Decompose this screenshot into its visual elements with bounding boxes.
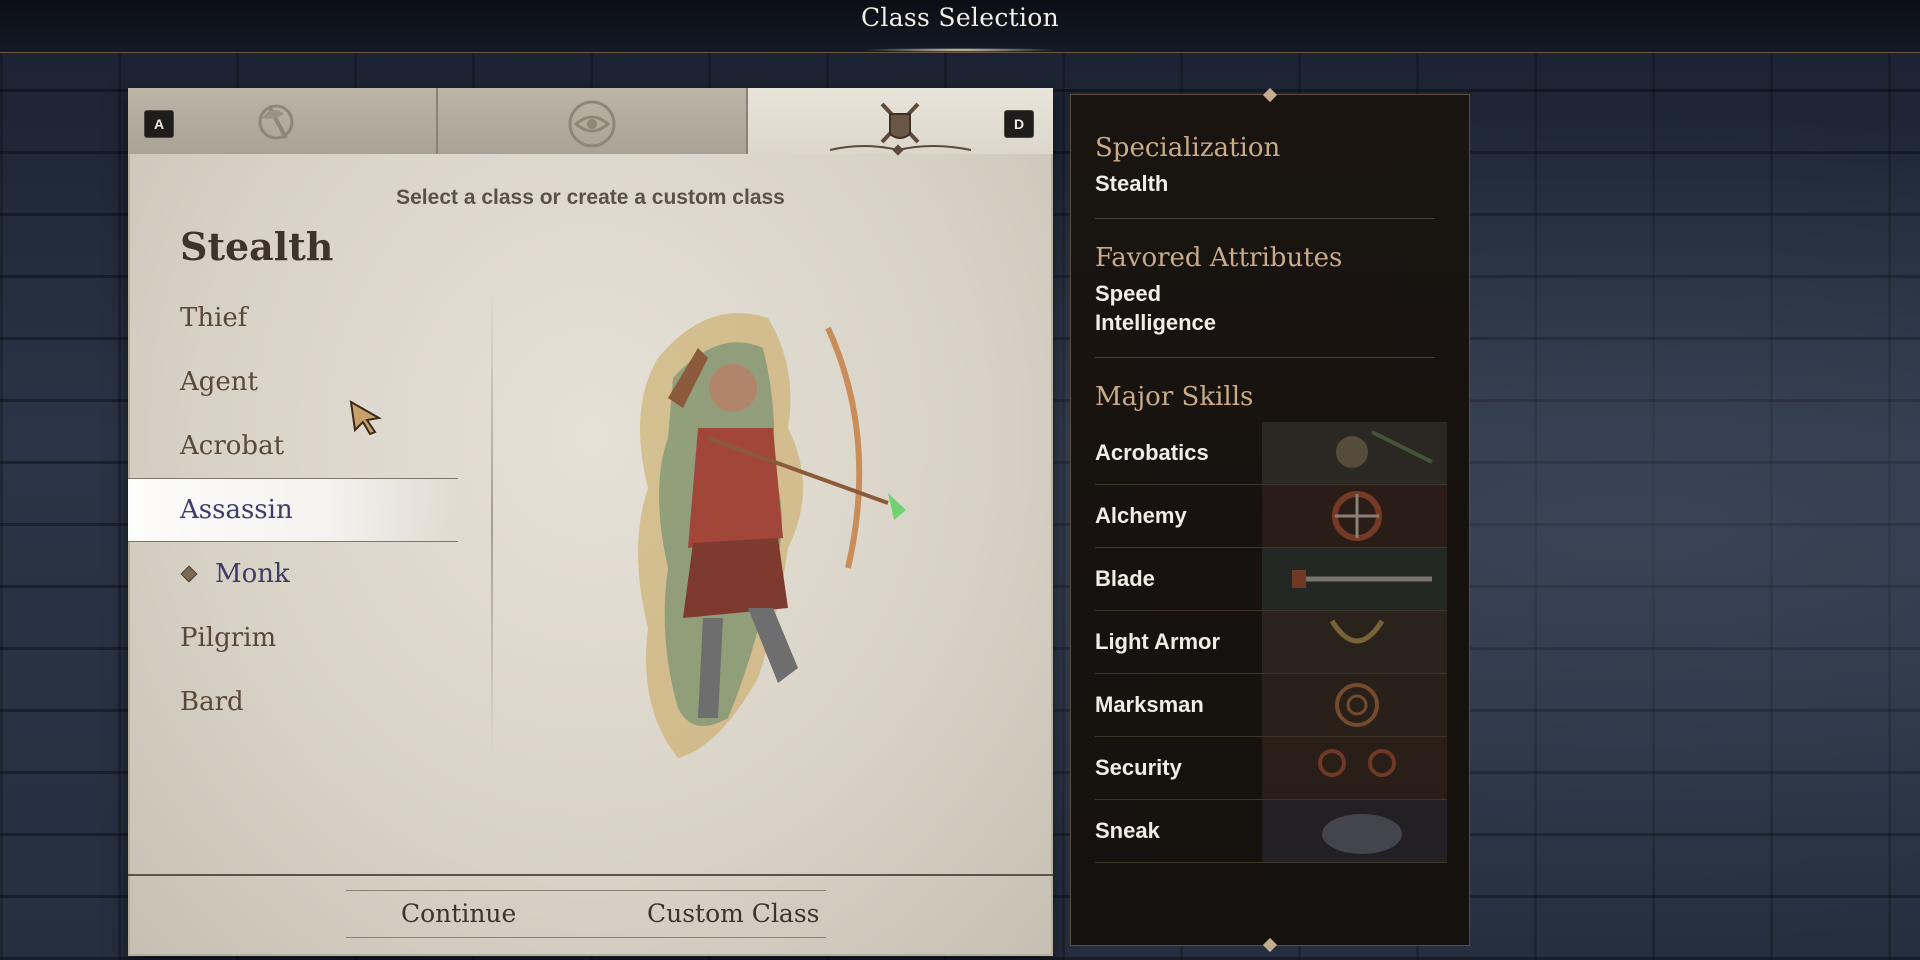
axe-emblem-icon — [258, 104, 294, 140]
class-list: Thief Agent Acrobat Assassin Monk Pilgri… — [128, 286, 458, 734]
skill-label: Light Armor — [1095, 629, 1221, 654]
specialization-value: Stealth — [1095, 171, 1169, 196]
section-divider — [1095, 357, 1435, 358]
assassin-portrait-illustration — [638, 313, 906, 758]
mouse-cursor-icon — [349, 400, 382, 436]
skill-row: Acrobatics — [1095, 422, 1447, 485]
title-glow — [860, 48, 1060, 52]
marker-diamond-icon — [180, 565, 198, 583]
tab-combat[interactable]: A — [128, 88, 438, 154]
action-bar: Continue Custom Class — [346, 890, 826, 938]
skill-row: Blade — [1095, 548, 1447, 611]
class-info-panel: Specialization Stealth Favored Attribute… — [1070, 87, 1470, 953]
tab-prev-key: A — [144, 110, 174, 138]
attribute-value: Intelligence — [1095, 310, 1217, 335]
skill-label: Security — [1095, 755, 1182, 780]
crossed-blades-emblem-icon — [880, 102, 920, 144]
page-title: Class Selection — [860, 3, 1060, 32]
skills-heading: Major Skills — [1095, 382, 1254, 412]
acrobatics-skill-art — [1262, 422, 1447, 484]
bottom-divider — [128, 874, 1053, 876]
skill-label: Acrobatics — [1095, 440, 1209, 465]
skill-row: Security — [1095, 737, 1447, 800]
class-parchment-panel: A D Select a class or create a custom cl… — [128, 88, 1053, 956]
skill-row: Light Armor — [1095, 611, 1447, 674]
tab-magic[interactable] — [438, 88, 748, 154]
title-bar: Class Selection — [0, 0, 1920, 53]
class-item-bard[interactable]: Bard — [128, 670, 458, 734]
light-armor-skill-art — [1262, 611, 1447, 673]
class-item-label: Monk — [215, 559, 290, 589]
section-divider — [1095, 218, 1435, 219]
skill-row: Marksman — [1095, 674, 1447, 737]
attributes-heading: Favored Attributes — [1095, 243, 1343, 273]
marksman-skill-art — [1262, 674, 1447, 736]
list-divider — [491, 288, 493, 758]
skills-list: Acrobatics Alchemy Blade Light Armor Mar… — [1095, 422, 1447, 863]
skill-label: Marksman — [1095, 692, 1204, 717]
skill-row: Alchemy — [1095, 485, 1447, 548]
security-skill-art — [1262, 737, 1447, 799]
instruction-text: Select a class or create a custom class — [396, 186, 785, 209]
class-item-monk[interactable]: Monk — [128, 542, 458, 606]
class-item-assassin[interactable]: Assassin — [128, 478, 458, 542]
continue-button[interactable]: Continue — [401, 891, 516, 937]
skill-row: Sneak — [1095, 800, 1447, 863]
specialization-heading: Specialization — [1095, 133, 1281, 163]
category-tabs: A D — [128, 88, 1053, 156]
class-item-agent[interactable]: Agent — [128, 350, 458, 414]
alchemy-skill-art — [1262, 485, 1447, 547]
class-group-title: Stealth — [180, 224, 334, 269]
sneak-skill-art — [1262, 800, 1447, 862]
custom-class-button[interactable]: Custom Class — [647, 891, 820, 937]
attribute-value: Speed — [1095, 281, 1162, 306]
tab-ornament — [829, 144, 972, 156]
tab-next-key: D — [1004, 110, 1034, 138]
class-item-thief[interactable]: Thief — [128, 286, 458, 350]
class-item-acrobat[interactable]: Acrobat — [128, 414, 458, 478]
skill-label: Sneak — [1095, 818, 1160, 843]
class-item-pilgrim[interactable]: Pilgrim — [128, 606, 458, 670]
skill-label: Blade — [1095, 566, 1155, 591]
eye-emblem-icon — [568, 100, 616, 148]
skill-label: Alchemy — [1095, 503, 1187, 528]
tab-stealth[interactable]: D — [748, 88, 1053, 156]
blade-skill-art — [1262, 548, 1447, 610]
